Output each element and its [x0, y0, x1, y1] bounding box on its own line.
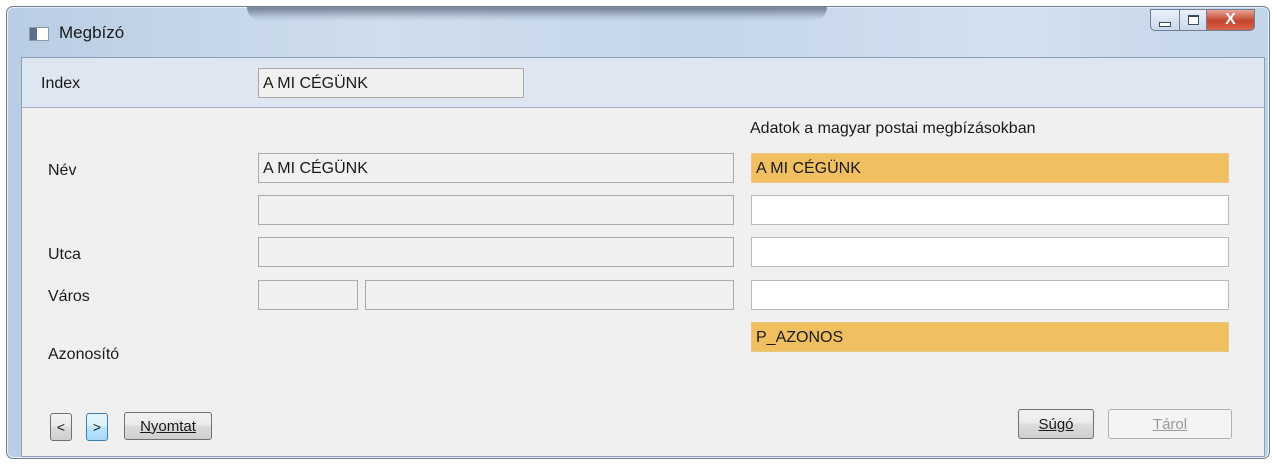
form-client-area: Index A MI CÉGÜNK Adatok a magyar postai…	[21, 57, 1265, 457]
azonosito-label: Azonosító	[48, 346, 120, 363]
varos-label: Város	[48, 288, 90, 305]
utca-label: Utca	[48, 246, 81, 263]
zip-field[interactable]	[258, 280, 358, 310]
titlebar-reflection	[247, 7, 827, 21]
prev-button[interactable]: <	[50, 413, 72, 441]
postal-utca-field[interactable]	[751, 237, 1229, 267]
nev-field[interactable]: A MI CÉGÜNK	[258, 153, 734, 183]
window-title: Megbízó	[59, 23, 125, 42]
maximize-icon	[1187, 15, 1199, 25]
postal-azonosito-field[interactable]: P_AZONOS	[751, 322, 1229, 352]
index-label: Index	[41, 75, 81, 92]
maximize-button[interactable]	[1179, 9, 1207, 31]
postal-nev2-field[interactable]	[751, 195, 1229, 225]
minimize-button[interactable]	[1150, 9, 1179, 31]
minimize-icon	[1159, 21, 1171, 27]
nev2-field[interactable]	[258, 195, 734, 225]
postal-section-header: Adatok a magyar postai megbízásokban	[750, 120, 1036, 137]
save-button[interactable]: Tárol	[1108, 409, 1232, 439]
window-megbizo: Megbízó X Index A MI CÉGÜNK Adatok a mag…	[6, 6, 1270, 459]
close-button[interactable]: X	[1207, 9, 1255, 31]
app-icon	[29, 27, 49, 41]
nev-label: Név	[48, 162, 77, 179]
postal-nev-field[interactable]: A MI CÉGÜNK	[751, 153, 1229, 183]
index-band: Index A MI CÉGÜNK	[22, 58, 1264, 108]
print-button[interactable]: Nyomtat	[124, 412, 212, 440]
help-button[interactable]: Súgó	[1018, 409, 1094, 439]
postal-varos-field[interactable]	[751, 280, 1229, 310]
next-button[interactable]: >	[86, 413, 108, 441]
utca-field[interactable]	[258, 237, 734, 267]
window-controls: X	[1150, 9, 1255, 31]
city-field[interactable]	[365, 280, 734, 310]
index-field[interactable]: A MI CÉGÜNK	[258, 68, 524, 98]
close-icon: X	[1225, 11, 1236, 28]
